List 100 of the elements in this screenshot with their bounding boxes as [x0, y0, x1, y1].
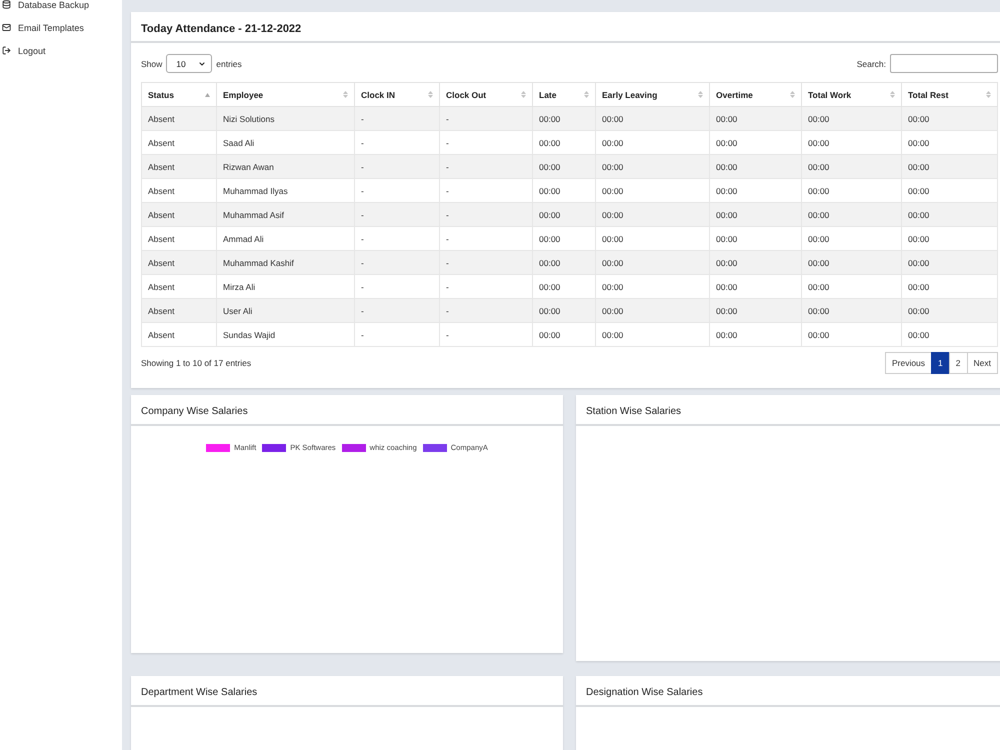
table-cell: Muhammad Ilyas	[216, 178, 354, 202]
table-cell: -	[440, 298, 532, 322]
table-cell: 00:00	[596, 154, 710, 178]
table-cell: -	[440, 130, 532, 154]
table-cell: 00:00	[596, 298, 710, 322]
column-header[interactable]: Overtime	[710, 82, 802, 106]
table-cell: Saad Ali	[216, 130, 354, 154]
column-header[interactable]: Status	[142, 82, 216, 106]
database-icon	[2, 0, 11, 9]
table-cell: 00:00	[802, 322, 902, 346]
table-cell: -	[354, 250, 440, 274]
page-button[interactable]: Next	[966, 352, 998, 374]
table-cell: 00:00	[902, 322, 998, 346]
table-cell: 00:00	[596, 274, 710, 298]
table-cell: Absent	[142, 226, 216, 250]
table-cell: Absent	[142, 202, 216, 226]
table-cell: 00:00	[902, 178, 998, 202]
table-cell: 00:00	[596, 130, 710, 154]
table-cell: 00:00	[710, 178, 802, 202]
table-cell: 00:00	[532, 226, 596, 250]
column-header[interactable]: Early Leaving	[596, 82, 710, 106]
table-cell: 00:00	[532, 154, 596, 178]
table-cell: 00:00	[710, 154, 802, 178]
table-cell: Absent	[142, 250, 216, 274]
table-cell: Absent	[142, 106, 216, 130]
table-cell: 00:00	[596, 226, 710, 250]
table-cell: Ammad Ali	[216, 226, 354, 250]
table-cell: -	[440, 154, 532, 178]
table-cell: 00:00	[802, 274, 902, 298]
sidebar-item[interactable]: Email Templates	[0, 16, 122, 39]
card-title: Designation Wise Salaries	[586, 687, 703, 698]
table-cell: 00:00	[902, 226, 998, 250]
entries-label: entries	[216, 58, 242, 68]
envelope-icon	[2, 23, 11, 32]
table-cell: 00:00	[532, 250, 596, 274]
table-cell: 00:00	[596, 106, 710, 130]
table-cell: Mirza Ali	[216, 274, 354, 298]
table-cell: 00:00	[902, 106, 998, 130]
page-button[interactable]: 2	[948, 352, 968, 374]
table-cell: 00:00	[802, 298, 902, 322]
page-button[interactable]: 1	[931, 352, 950, 374]
table-cell: 00:00	[532, 274, 596, 298]
table-cell: 00:00	[902, 298, 998, 322]
table-cell: -	[440, 322, 532, 346]
table-cell: Absent	[142, 154, 216, 178]
table-cell: 00:00	[532, 298, 596, 322]
table-cell: -	[354, 130, 440, 154]
table-cell: 00:00	[710, 274, 802, 298]
table-cell: Absent	[142, 274, 216, 298]
table-cell: -	[440, 106, 532, 130]
table-cell: -	[354, 106, 440, 130]
search-label: Search:	[856, 58, 886, 68]
page-length-select[interactable]: 10	[166, 54, 212, 73]
chevron-down-icon	[198, 60, 206, 68]
sidebar-item[interactable]: Logout	[0, 39, 122, 62]
table-cell: 00:00	[596, 322, 710, 346]
card-title: Company Wise Salaries	[141, 406, 248, 417]
table-cell: 00:00	[802, 250, 902, 274]
page-button[interactable]: Previous	[884, 352, 932, 374]
search-field[interactable]	[890, 54, 998, 73]
column-header[interactable]: Total Rest	[902, 82, 998, 106]
table-cell: -	[354, 322, 440, 346]
entries-info: Showing 1 to 10 of 17 entries	[141, 358, 252, 368]
table-cell: 00:00	[902, 154, 998, 178]
column-header[interactable]: Employee	[216, 82, 354, 106]
table-cell: 00:00	[710, 322, 802, 346]
table-cell: 00:00	[532, 130, 596, 154]
table-cell: -	[440, 226, 532, 250]
sidebar-item[interactable]: Database Backup	[0, 0, 122, 16]
table-cell: -	[354, 178, 440, 202]
table-cell: 00:00	[802, 154, 902, 178]
table-cell: 00:00	[532, 322, 596, 346]
table-cell: 00:00	[802, 226, 902, 250]
table-cell: 00:00	[902, 250, 998, 274]
table-cell: 00:00	[710, 106, 802, 130]
table-cell: Absent	[142, 322, 216, 346]
table-cell: Absent	[142, 178, 216, 202]
table-cell: -	[440, 178, 532, 202]
table-cell: 00:00	[802, 202, 902, 226]
table-cell: 00:00	[710, 226, 802, 250]
column-header[interactable]: Total Work	[802, 82, 902, 106]
table-cell: 00:00	[710, 298, 802, 322]
table-cell: Nizi Solutions	[216, 106, 354, 130]
table-cell: Muhammad Asif	[216, 202, 354, 226]
table-cell: 00:00	[710, 130, 802, 154]
table-cell: -	[354, 298, 440, 322]
card-title: Today Attendance - 21-12-2022	[141, 22, 302, 34]
table-cell: 00:00	[802, 178, 902, 202]
logout-icon	[2, 46, 11, 55]
table-cell: -	[354, 274, 440, 298]
column-header[interactable]: Clock Out	[440, 82, 532, 106]
table-cell: 00:00	[596, 250, 710, 274]
table-cell: 00:00	[802, 106, 902, 130]
table-cell: 00:00	[902, 130, 998, 154]
table-cell: 00:00	[802, 130, 902, 154]
table-cell: Sundas Wajid	[216, 322, 354, 346]
table-cell: 00:00	[710, 202, 802, 226]
table-cell: Absent	[142, 298, 216, 322]
table-cell: -	[354, 226, 440, 250]
table-cell: 00:00	[532, 106, 596, 130]
